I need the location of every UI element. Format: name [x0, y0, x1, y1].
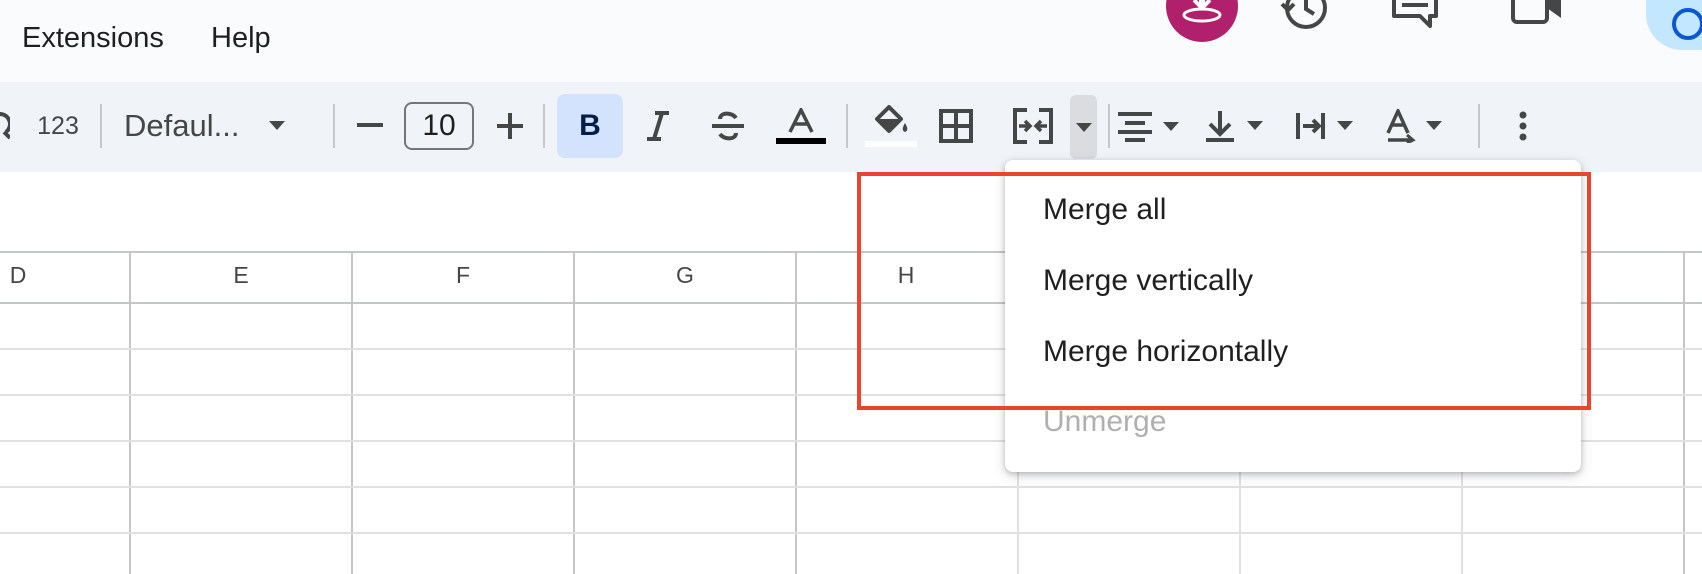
- font-family-value: Defaul...: [124, 108, 240, 143]
- toolbar-separator: [100, 104, 102, 148]
- text-wrapping-button[interactable]: [1295, 104, 1361, 148]
- row-divider: [0, 486, 1702, 488]
- paint-bucket-icon: [875, 105, 908, 133]
- italic-button[interactable]: [638, 104, 678, 148]
- toolbar-separator: [846, 104, 848, 148]
- more-options-button[interactable]: [1510, 104, 1536, 148]
- text-color-button[interactable]: [775, 100, 827, 152]
- column-divider: [1683, 251, 1685, 574]
- merge-cells-button[interactable]: [1008, 102, 1058, 150]
- italic-icon: [647, 111, 669, 141]
- column-divider: [573, 251, 575, 574]
- toolbar-separator: [333, 104, 335, 148]
- horizontal-align-button[interactable]: [1116, 104, 1182, 148]
- merge-options-dropdown-button[interactable]: [1070, 95, 1097, 159]
- more-vertical-icon: [1519, 111, 1527, 141]
- number-format-button[interactable]: 123: [30, 104, 86, 148]
- column-header-e[interactable]: E: [221, 262, 261, 289]
- align-bottom-icon: [1206, 111, 1263, 142]
- comment-icon[interactable]: [1390, 0, 1440, 30]
- menu-extensions[interactable]: Extensions: [22, 22, 164, 55]
- borders-button[interactable]: [934, 104, 978, 148]
- version-history-icon[interactable]: [1278, 0, 1334, 36]
- column-divider: [351, 251, 353, 574]
- strikethrough-icon: [712, 111, 744, 141]
- column-header-f[interactable]: F: [443, 262, 483, 289]
- caret-down-icon: [1076, 123, 1092, 132]
- text-color-swatch: [776, 138, 826, 144]
- fill-color-button[interactable]: [864, 98, 918, 154]
- toolbar-separator: [1478, 104, 1480, 148]
- highlight-annotation-box: [857, 172, 1591, 410]
- globe-icon: [1672, 8, 1702, 40]
- text-rotation-icon: [1386, 109, 1442, 143]
- vertical-align-button[interactable]: [1204, 104, 1270, 148]
- zoom-partial-icon[interactable]: [0, 108, 10, 144]
- column-divider: [795, 251, 797, 574]
- menu-item-unmerge: Unmerge: [1043, 405, 1167, 438]
- merge-cells-icon: [1013, 108, 1053, 144]
- increase-font-size-button[interactable]: [492, 104, 528, 148]
- bold-label: B: [579, 109, 601, 142]
- font-family-dropdown[interactable]: Defaul...: [124, 98, 304, 154]
- plus-icon: [497, 113, 523, 139]
- meet-present-icon: [1182, 0, 1222, 23]
- caret-down-icon: [269, 121, 286, 130]
- text-wrap-icon: [1296, 113, 1353, 139]
- meet-video-icon[interactable]: [1511, 0, 1591, 30]
- toolbar-separator: [1108, 104, 1110, 148]
- column-header-g[interactable]: G: [665, 262, 705, 289]
- minus-icon: [357, 123, 383, 127]
- fill-color-swatch: [865, 141, 917, 147]
- row-divider: [0, 532, 1702, 534]
- align-center-icon: [1118, 112, 1179, 142]
- text-color-icon: [788, 108, 814, 133]
- strikethrough-button[interactable]: [708, 104, 748, 148]
- bold-button[interactable]: B: [557, 94, 623, 158]
- menu-help[interactable]: Help: [211, 22, 271, 55]
- text-rotation-button[interactable]: [1385, 104, 1451, 148]
- decrease-font-size-button[interactable]: [352, 104, 388, 148]
- avatar[interactable]: [1166, 0, 1238, 42]
- column-divider: [129, 251, 131, 574]
- toolbar-separator: [543, 104, 545, 148]
- column-header-d[interactable]: D: [0, 262, 38, 289]
- borders-icon: [939, 109, 973, 143]
- font-size-input[interactable]: 10: [404, 102, 474, 150]
